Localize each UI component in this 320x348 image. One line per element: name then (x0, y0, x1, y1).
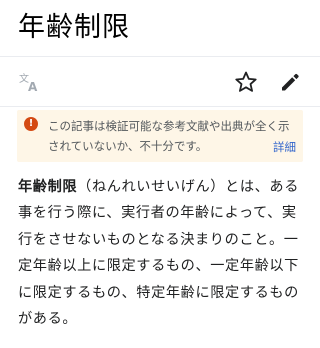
title-divider (0, 56, 320, 57)
page-actions-toolbar: 文 A (0, 62, 320, 102)
article-body-text: とは、ある事を行う際に、実行者の年齢によって、実行をさせないものとなる決まりのこ… (18, 179, 299, 328)
article-term: 年齢制限 (18, 179, 78, 195)
article-lead-paragraph: 年齢制限（ねんれいせいげん）とは、ある事を行う際に、実行者の年齢によって、実行を… (18, 174, 306, 332)
page-title: 年齢制限 (18, 12, 130, 43)
translate-icon[interactable]: 文 A (18, 71, 42, 94)
article-page: 年齢制限 文 A ! この記事は検証可能な参考文献や出典が全く示されていないか、… (0, 0, 320, 348)
notice-details-link[interactable]: 詳細 (273, 137, 296, 157)
article-term-reading: （ねんれいせいげん） (77, 179, 226, 195)
star-icon[interactable] (234, 70, 258, 94)
toolbar-divider (0, 106, 320, 107)
pencil-icon[interactable] (278, 70, 302, 94)
issue-notice-box[interactable]: ! この記事は検証可能な参考文献や出典が全く示されていないか、不十分です。 詳細 (17, 110, 303, 162)
warning-icon: ! (24, 117, 38, 131)
notice-text: この記事は検証可能な参考文献や出典が全く示されていないか、不十分です。 (48, 119, 290, 153)
svg-text:A: A (28, 80, 38, 93)
